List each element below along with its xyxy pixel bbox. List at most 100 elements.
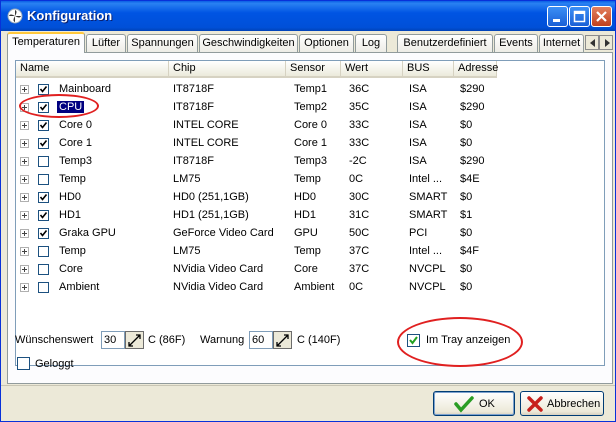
expand-icon[interactable] [20, 121, 29, 130]
table-row[interactable]: HD0 HD0 (251,1GB) HD0 30C SMART $0 [16, 189, 604, 207]
warning-value-input[interactable]: 60 [249, 331, 273, 349]
tab-geschwindigkeiten[interactable]: Geschwindigkeiten [199, 34, 298, 53]
expand-icon[interactable] [20, 247, 29, 256]
expand-icon[interactable] [20, 139, 29, 148]
row-checkbox[interactable] [38, 138, 49, 149]
expand-icon[interactable] [20, 157, 29, 166]
sensor-list[interactable]: Name Chip Sensor Wert BUS Adresse Mainbo… [15, 60, 605, 366]
table-row[interactable]: Ambient NVidia Video Card Ambient 0C NVCPL $0 [16, 279, 604, 297]
table-row[interactable]: Temp LM75 Temp 0C Intel ... $4E [16, 171, 604, 189]
cell-address: $290 [460, 83, 485, 95]
row-checkbox[interactable] [38, 192, 49, 203]
tab-events[interactable]: Events [494, 34, 538, 53]
cell-value: 33C [349, 137, 370, 149]
close-icon [527, 396, 543, 412]
tab-benutzerdefiniert[interactable]: Benutzerdefiniert [397, 34, 493, 53]
row-checkbox[interactable] [38, 84, 49, 95]
logged-checkbox[interactable] [17, 357, 30, 370]
cell-bus: ISA [409, 155, 427, 167]
cell-address: $0 [460, 263, 473, 275]
tab-temperaturen[interactable]: Temperaturen [7, 32, 85, 53]
table-row[interactable]: Mainboard IT8718F Temp1 36C ISA $290 [16, 81, 604, 99]
cell-sensor: Core 0 [294, 119, 328, 131]
cell-bus: Intel ... [409, 245, 443, 257]
tab-spannungen[interactable]: Spannungen [127, 34, 198, 53]
fan-icon [7, 8, 23, 24]
cell-address: $0 [460, 119, 473, 131]
maximize-button[interactable] [569, 6, 590, 27]
spin-arrows-icon [276, 334, 289, 347]
row-checkbox[interactable] [38, 174, 49, 185]
cell-chip: INTEL CORE [173, 119, 239, 131]
cell-value: 50C [349, 227, 370, 239]
table-row[interactable]: Core 0 INTEL CORE Core 0 33C ISA $0 [16, 117, 604, 135]
table-row[interactable]: Core 1 INTEL CORE Core 1 33C ISA $0 [16, 135, 604, 153]
expand-icon[interactable] [20, 211, 29, 220]
warning-spin-button[interactable] [273, 331, 292, 349]
desired-spin-button[interactable] [125, 331, 144, 349]
tab-optionen[interactable]: Optionen [299, 34, 354, 53]
cell-value: 35C [349, 101, 370, 113]
column-header-sensor[interactable]: Sensor [286, 61, 341, 78]
expand-icon[interactable] [20, 265, 29, 274]
expand-icon[interactable] [20, 229, 29, 238]
tab-scroll-left-button[interactable] [585, 35, 599, 50]
column-header-name[interactable]: Name [16, 61, 169, 78]
expand-icon[interactable] [20, 85, 29, 94]
row-checkbox[interactable] [38, 120, 49, 131]
cell-sensor: Core [294, 263, 318, 275]
cancel-button[interactable]: Abbrechen [520, 391, 604, 416]
cell-chip: GeForce Video Card [173, 227, 274, 239]
close-button[interactable] [591, 6, 612, 27]
cell-name: Temp3 [59, 155, 93, 167]
table-row[interactable]: Graka GPU GeForce Video Card GPU 50C PCI $0 [16, 225, 604, 243]
expand-icon[interactable] [20, 283, 29, 292]
row-checkbox[interactable] [38, 228, 49, 239]
cell-address: $290 [460, 155, 485, 167]
tab-log[interactable]: Log [355, 34, 387, 53]
expand-icon[interactable] [20, 175, 29, 184]
cell-bus: PCI [409, 227, 428, 239]
row-checkbox[interactable] [38, 102, 49, 113]
cell-address: $0 [460, 137, 473, 149]
tray-label[interactable]: Im Tray anzeigen [426, 334, 510, 346]
tab-luefter[interactable]: Lüfter [86, 34, 126, 53]
table-row[interactable]: Temp LM75 Temp 37C Intel ... $4F [16, 243, 604, 261]
checkmark-icon [39, 104, 48, 111]
cell-sensor: Temp3 [294, 155, 328, 167]
desired-value-input[interactable]: 30 [101, 331, 125, 349]
table-row[interactable]: Core NVidia Video Card Core 37C NVCPL $0 [16, 261, 604, 279]
tray-checkbox[interactable] [407, 334, 420, 347]
arrow-right-icon [605, 39, 610, 47]
table-row[interactable]: CPU IT8718F Temp2 35C ISA $290 [16, 99, 604, 117]
column-header-wert[interactable]: Wert [341, 61, 403, 78]
table-row[interactable]: Temp3 IT8718F Temp3 -2C ISA $290 [16, 153, 604, 171]
row-checkbox[interactable] [38, 264, 49, 275]
cell-bus: Intel ... [409, 173, 443, 185]
cell-name: HD1 [59, 209, 82, 221]
tab-scroll-right-button[interactable] [599, 35, 613, 50]
cell-value: 33C [349, 119, 370, 131]
row-checkbox[interactable] [38, 246, 49, 257]
row-checkbox[interactable] [38, 156, 49, 167]
column-header-chip[interactable]: Chip [169, 61, 286, 78]
cancel-button-label: Abbrechen [547, 398, 601, 410]
logged-label[interactable]: Geloggt [35, 358, 74, 370]
title-bar[interactable]: Konfiguration [1, 1, 615, 31]
row-checkbox[interactable] [38, 210, 49, 221]
column-header-bus[interactable]: BUS [403, 61, 454, 78]
table-row[interactable]: HD1 HD1 (251,1GB) HD1 31C SMART $1 [16, 207, 604, 225]
expand-icon[interactable] [20, 193, 29, 202]
minimize-button[interactable] [547, 6, 568, 27]
expand-icon[interactable] [20, 103, 29, 112]
tab-internet[interactable]: Internet [539, 34, 584, 53]
window-title: Konfiguration [27, 8, 113, 23]
checkmark-icon [39, 194, 48, 201]
row-checkbox[interactable] [38, 282, 49, 293]
column-header-adresse[interactable]: Adresse [454, 61, 498, 78]
cell-name: Ambient [59, 281, 100, 293]
ok-button[interactable]: OK [433, 391, 515, 416]
cell-sensor: Temp2 [294, 101, 328, 113]
cell-name: Core 0 [59, 119, 93, 131]
cell-bus: ISA [409, 137, 427, 149]
